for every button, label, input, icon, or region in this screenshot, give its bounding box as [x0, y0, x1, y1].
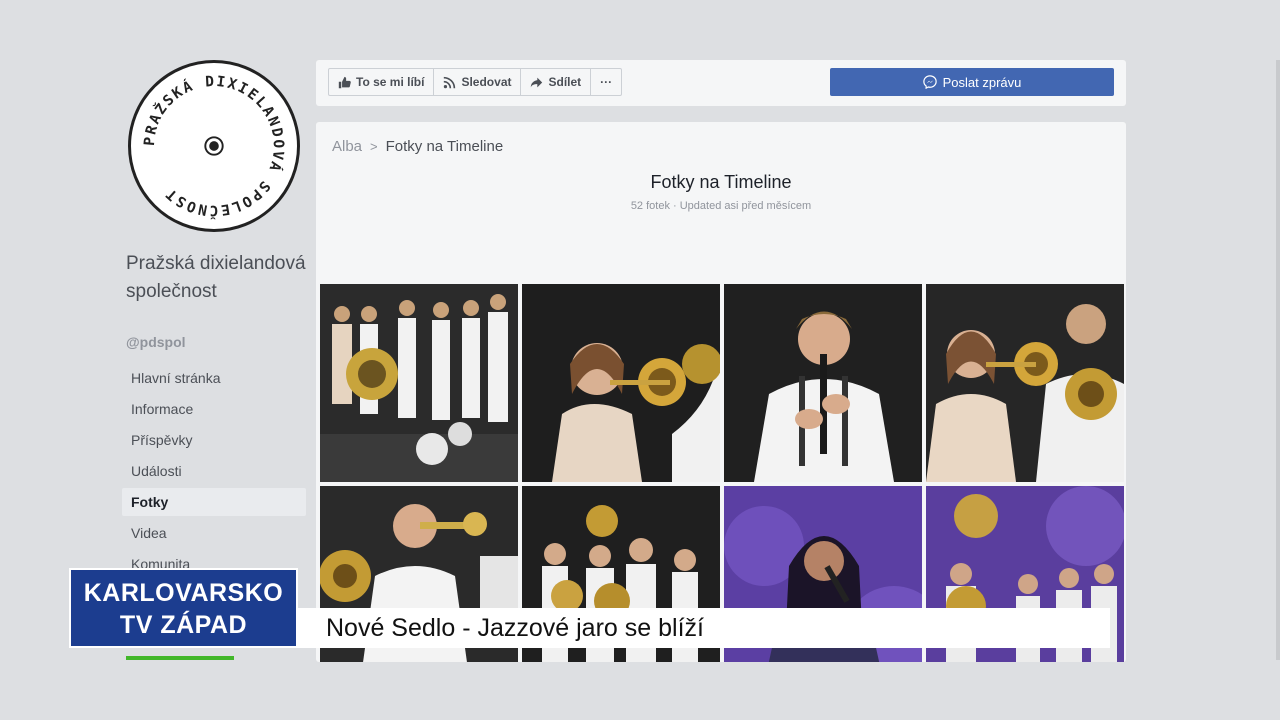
breadcrumb-albums-link[interactable]: Alba [332, 138, 362, 155]
more-dots-icon: ··· [600, 75, 613, 89]
band-group-photo-image [320, 284, 518, 482]
nav-item-about[interactable]: Informace [122, 395, 306, 423]
news-headline: Nové Sedlo - Jazzové jaro se blíží [326, 614, 704, 642]
nav-item-photos[interactable]: Fotky [122, 488, 306, 516]
chevron-right-icon: > [370, 139, 378, 154]
page-name[interactable]: Pražská dixielandová společnost [126, 250, 306, 306]
channel-name-line1: KARLOVARSKO [83, 579, 284, 607]
send-message-button[interactable]: Poslat zprávu [830, 68, 1114, 96]
photo-thumbnail[interactable] [320, 284, 518, 482]
breadcrumb: Alba > Fotky na Timeline [332, 138, 503, 155]
follow-button-label: Sledovat [461, 75, 512, 89]
tv-channel-logo: KARLOVARSKO TV ZÁPAD [69, 568, 298, 648]
album-meta: 52 fotek · Updated asi před měsícem [630, 200, 812, 212]
trombone-player-photo-image [522, 284, 720, 482]
share-button[interactable]: Sdílet [521, 69, 592, 95]
follow-button[interactable]: Sledovat [434, 69, 522, 95]
page-handle[interactable]: @pdspol [126, 334, 186, 350]
album-panel: Alba > Fotky na Timeline Fotky na Timeli… [316, 122, 1126, 662]
nav-item-home[interactable]: Hlavní stránka [122, 364, 306, 392]
page-action-bar: To se mi líbí Sledovat Sdílet ··· Poslat… [316, 60, 1126, 106]
rss-icon [444, 76, 456, 88]
messenger-icon [922, 75, 937, 89]
more-button[interactable]: ··· [591, 69, 621, 95]
photo-thumbnail[interactable] [926, 284, 1124, 482]
create-page-bar[interactable] [126, 656, 234, 660]
trombone-duo-photo-image [926, 284, 1124, 482]
channel-name-line2: TV ZÁPAD [119, 611, 248, 639]
clarinet-player-photo-image [724, 284, 922, 482]
like-button-label: To se mi líbí [356, 75, 425, 89]
photo-thumbnail[interactable] [724, 284, 922, 482]
nav-item-events[interactable]: Události [122, 457, 306, 485]
action-button-group: To se mi líbí Sledovat Sdílet ··· [328, 68, 623, 96]
thumbs-up-icon [338, 76, 351, 88]
scrollbar[interactable] [1276, 60, 1280, 660]
album-title: Fotky na Timeline [650, 172, 792, 192]
send-message-label: Poslat zprávu [942, 74, 1022, 90]
nav-item-videos[interactable]: Videa [122, 519, 306, 547]
nav-item-posts[interactable]: Příspěvky [122, 426, 306, 454]
photo-thumbnail[interactable] [522, 284, 720, 482]
share-arrow-icon [531, 77, 543, 87]
breadcrumb-current: Fotky na Timeline [385, 138, 504, 155]
news-headline-bar: Nové Sedlo - Jazzové jaro se blíží [298, 608, 1110, 648]
photo-grid [320, 284, 1124, 662]
like-button[interactable]: To se mi líbí [329, 69, 435, 95]
profile-picture[interactable]: PRAŽSKÁ DIXIELANDOVÁ SPOLEČNOST [128, 60, 300, 232]
band-logo-image: PRAŽSKÁ DIXIELANDOVÁ SPOLEČNOST [142, 74, 284, 220]
share-button-label: Sdílet [548, 75, 582, 89]
left-nav: Hlavní stránka Informace Příspěvky Událo… [122, 364, 306, 581]
